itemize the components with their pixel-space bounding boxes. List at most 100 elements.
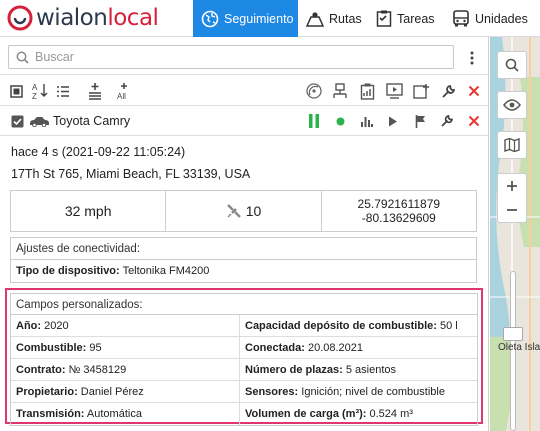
field-fuel: Combustible: 95 bbox=[11, 337, 239, 358]
search-icon bbox=[16, 51, 29, 64]
field-label: Transmisión: bbox=[16, 408, 85, 420]
device-type-label: Tipo de dispositivo: bbox=[16, 265, 120, 277]
list-view-icon[interactable] bbox=[53, 81, 73, 101]
tasks-checklist-icon bbox=[376, 10, 392, 27]
zoom-in-icon[interactable] bbox=[506, 174, 518, 198]
coordinates: 25.7921611879 -80.13629609 bbox=[322, 191, 476, 231]
unit-name: Toyota Camry bbox=[53, 114, 131, 128]
field-label: Volumen de carga (m³): bbox=[245, 408, 367, 420]
add-group-icon[interactable] bbox=[85, 81, 105, 101]
table-row: Combustible: 95 Conectada: 20.08.2021 bbox=[11, 337, 477, 359]
svg-text:A: A bbox=[32, 83, 38, 92]
longitude: -80.13629609 bbox=[361, 211, 436, 225]
field-value: 5 asientos bbox=[345, 364, 397, 376]
field-value: 95 bbox=[89, 342, 102, 354]
route-map-icon bbox=[306, 11, 324, 27]
list-toolbar: AZ All bbox=[0, 76, 489, 106]
play-track-icon[interactable] bbox=[383, 111, 403, 131]
tab-unidades[interactable]: Unidades bbox=[452, 0, 540, 37]
monitoring-panel: AZ All bbox=[0, 37, 489, 431]
tab-rutas[interactable]: Rutas bbox=[306, 0, 368, 37]
car-icon bbox=[27, 111, 51, 131]
device-type-value: Teltonika FM4200 bbox=[122, 265, 210, 277]
custom-fields-highlight: Campos personalizados: Año: 2020 Capacid… bbox=[5, 288, 483, 426]
field-contract: Contrato: № 3458129 bbox=[11, 359, 239, 380]
satellites-count: 10 bbox=[245, 203, 262, 219]
table-row: Transmisión: Automática Volumen de carga… bbox=[11, 403, 477, 425]
latitude: 25.7921611879 bbox=[357, 197, 441, 211]
field-label: Combustible: bbox=[16, 342, 87, 354]
field-value: Ignición; nivel de combustible bbox=[301, 386, 445, 398]
tab-seguimiento[interactable]: Seguimiento bbox=[193, 0, 298, 37]
unit-wrench-icon[interactable] bbox=[437, 111, 457, 131]
tab-tareas-label: Tareas bbox=[397, 11, 435, 26]
field-value: 20.08.2021 bbox=[307, 342, 364, 354]
logo-word-local: local bbox=[107, 5, 159, 31]
globe-icon bbox=[201, 10, 219, 28]
field-value: 2020 bbox=[44, 320, 69, 332]
search-row bbox=[0, 37, 489, 75]
field-value: 50 l bbox=[439, 320, 458, 332]
zoom-slider-handle[interactable] bbox=[503, 327, 523, 341]
close-icon[interactable] bbox=[464, 81, 484, 101]
video-player-icon[interactable] bbox=[384, 81, 404, 101]
last-message-time: hace 4 s (2021-09-22 11:05:24) bbox=[11, 145, 186, 159]
signal-icon[interactable] bbox=[304, 81, 324, 101]
flag-icon[interactable] bbox=[410, 111, 430, 131]
map-place-label: Oleta Isla bbox=[498, 342, 540, 353]
table-row: Contrato: № 3458129 Número de plazas: 5 … bbox=[11, 359, 477, 381]
unit-list-item[interactable]: Toyota Camry bbox=[0, 107, 489, 136]
add-all-icon[interactable]: All bbox=[114, 81, 134, 101]
field-label: Propietario: bbox=[16, 386, 78, 398]
report-clipboard-icon[interactable] bbox=[357, 81, 377, 101]
wialon-local-logo[interactable]: wialonlocal bbox=[6, 4, 159, 32]
top-bar: wialonlocal Seguimiento Rutas Tareas Uni… bbox=[0, 0, 540, 37]
sort-az-icon[interactable]: AZ bbox=[30, 81, 50, 101]
field-label: Año: bbox=[16, 320, 42, 332]
zoom-controls bbox=[497, 173, 527, 223]
table-row: Año: 2020 Capacidad depósito de combusti… bbox=[11, 315, 477, 337]
select-all-checkbox-icon[interactable] bbox=[6, 81, 26, 101]
tab-seguimiento-label: Seguimiento bbox=[224, 11, 294, 26]
field-sensors: Sensores: Ignición; nivel de combustible bbox=[239, 381, 477, 402]
zoom-out-icon[interactable] bbox=[506, 198, 518, 222]
field-cargo-volume: Volumen de carga (m³): 0.524 m³ bbox=[239, 403, 477, 425]
map-view[interactable]: Oleta Isla bbox=[490, 37, 540, 431]
satellites-metric: 10 bbox=[166, 191, 322, 231]
svg-text:Z: Z bbox=[32, 92, 37, 100]
search-box[interactable] bbox=[8, 45, 454, 69]
search-input[interactable] bbox=[35, 47, 453, 67]
field-label: Conectada: bbox=[245, 342, 305, 354]
unit-checkbox[interactable] bbox=[7, 111, 27, 131]
logo-text: wialonlocal bbox=[36, 5, 159, 31]
map-search-icon[interactable] bbox=[497, 51, 527, 79]
field-label: Capacidad depósito de combustible: bbox=[245, 320, 437, 332]
tab-tareas[interactable]: Tareas bbox=[376, 0, 444, 37]
field-seats: Número de plazas: 5 asientos bbox=[239, 359, 477, 380]
field-year: Año: 2020 bbox=[11, 315, 239, 336]
network-icon[interactable] bbox=[330, 81, 350, 101]
connectivity-title: Ajustes de conectividad: bbox=[11, 238, 476, 260]
field-label: Contrato: bbox=[16, 364, 66, 376]
wrench-settings-icon[interactable] bbox=[438, 81, 458, 101]
field-value: Automática bbox=[86, 408, 142, 420]
parked-status-icon bbox=[304, 111, 324, 131]
field-owner: Propietario: Daniel Pérez bbox=[11, 381, 239, 402]
field-value: Daniel Pérez bbox=[80, 386, 144, 398]
field-value: № 3458129 bbox=[68, 364, 127, 376]
add-object-icon[interactable] bbox=[411, 81, 431, 101]
sensor-chart-icon[interactable] bbox=[356, 111, 376, 131]
remove-unit-icon[interactable] bbox=[464, 111, 484, 131]
more-options-icon[interactable] bbox=[464, 49, 480, 67]
table-row: Propietario: Daniel Pérez Sensores: Igni… bbox=[11, 381, 477, 403]
logo-word-wialon: wialon bbox=[36, 5, 108, 31]
wialon-logo-icon bbox=[7, 5, 33, 31]
connectivity-section: Ajustes de conectividad: Tipo de disposi… bbox=[10, 237, 477, 283]
tab-unidades-label: Unidades bbox=[475, 11, 528, 26]
speed-value: 32 mph bbox=[11, 191, 167, 231]
field-label: Sensores: bbox=[245, 386, 299, 398]
unit-metrics: 32 mph 10 25.7921611879 -80.13629609 bbox=[10, 190, 477, 232]
visibility-eye-icon[interactable] bbox=[497, 91, 527, 119]
map-layers-icon[interactable] bbox=[497, 131, 527, 159]
svg-text:All: All bbox=[117, 92, 126, 100]
